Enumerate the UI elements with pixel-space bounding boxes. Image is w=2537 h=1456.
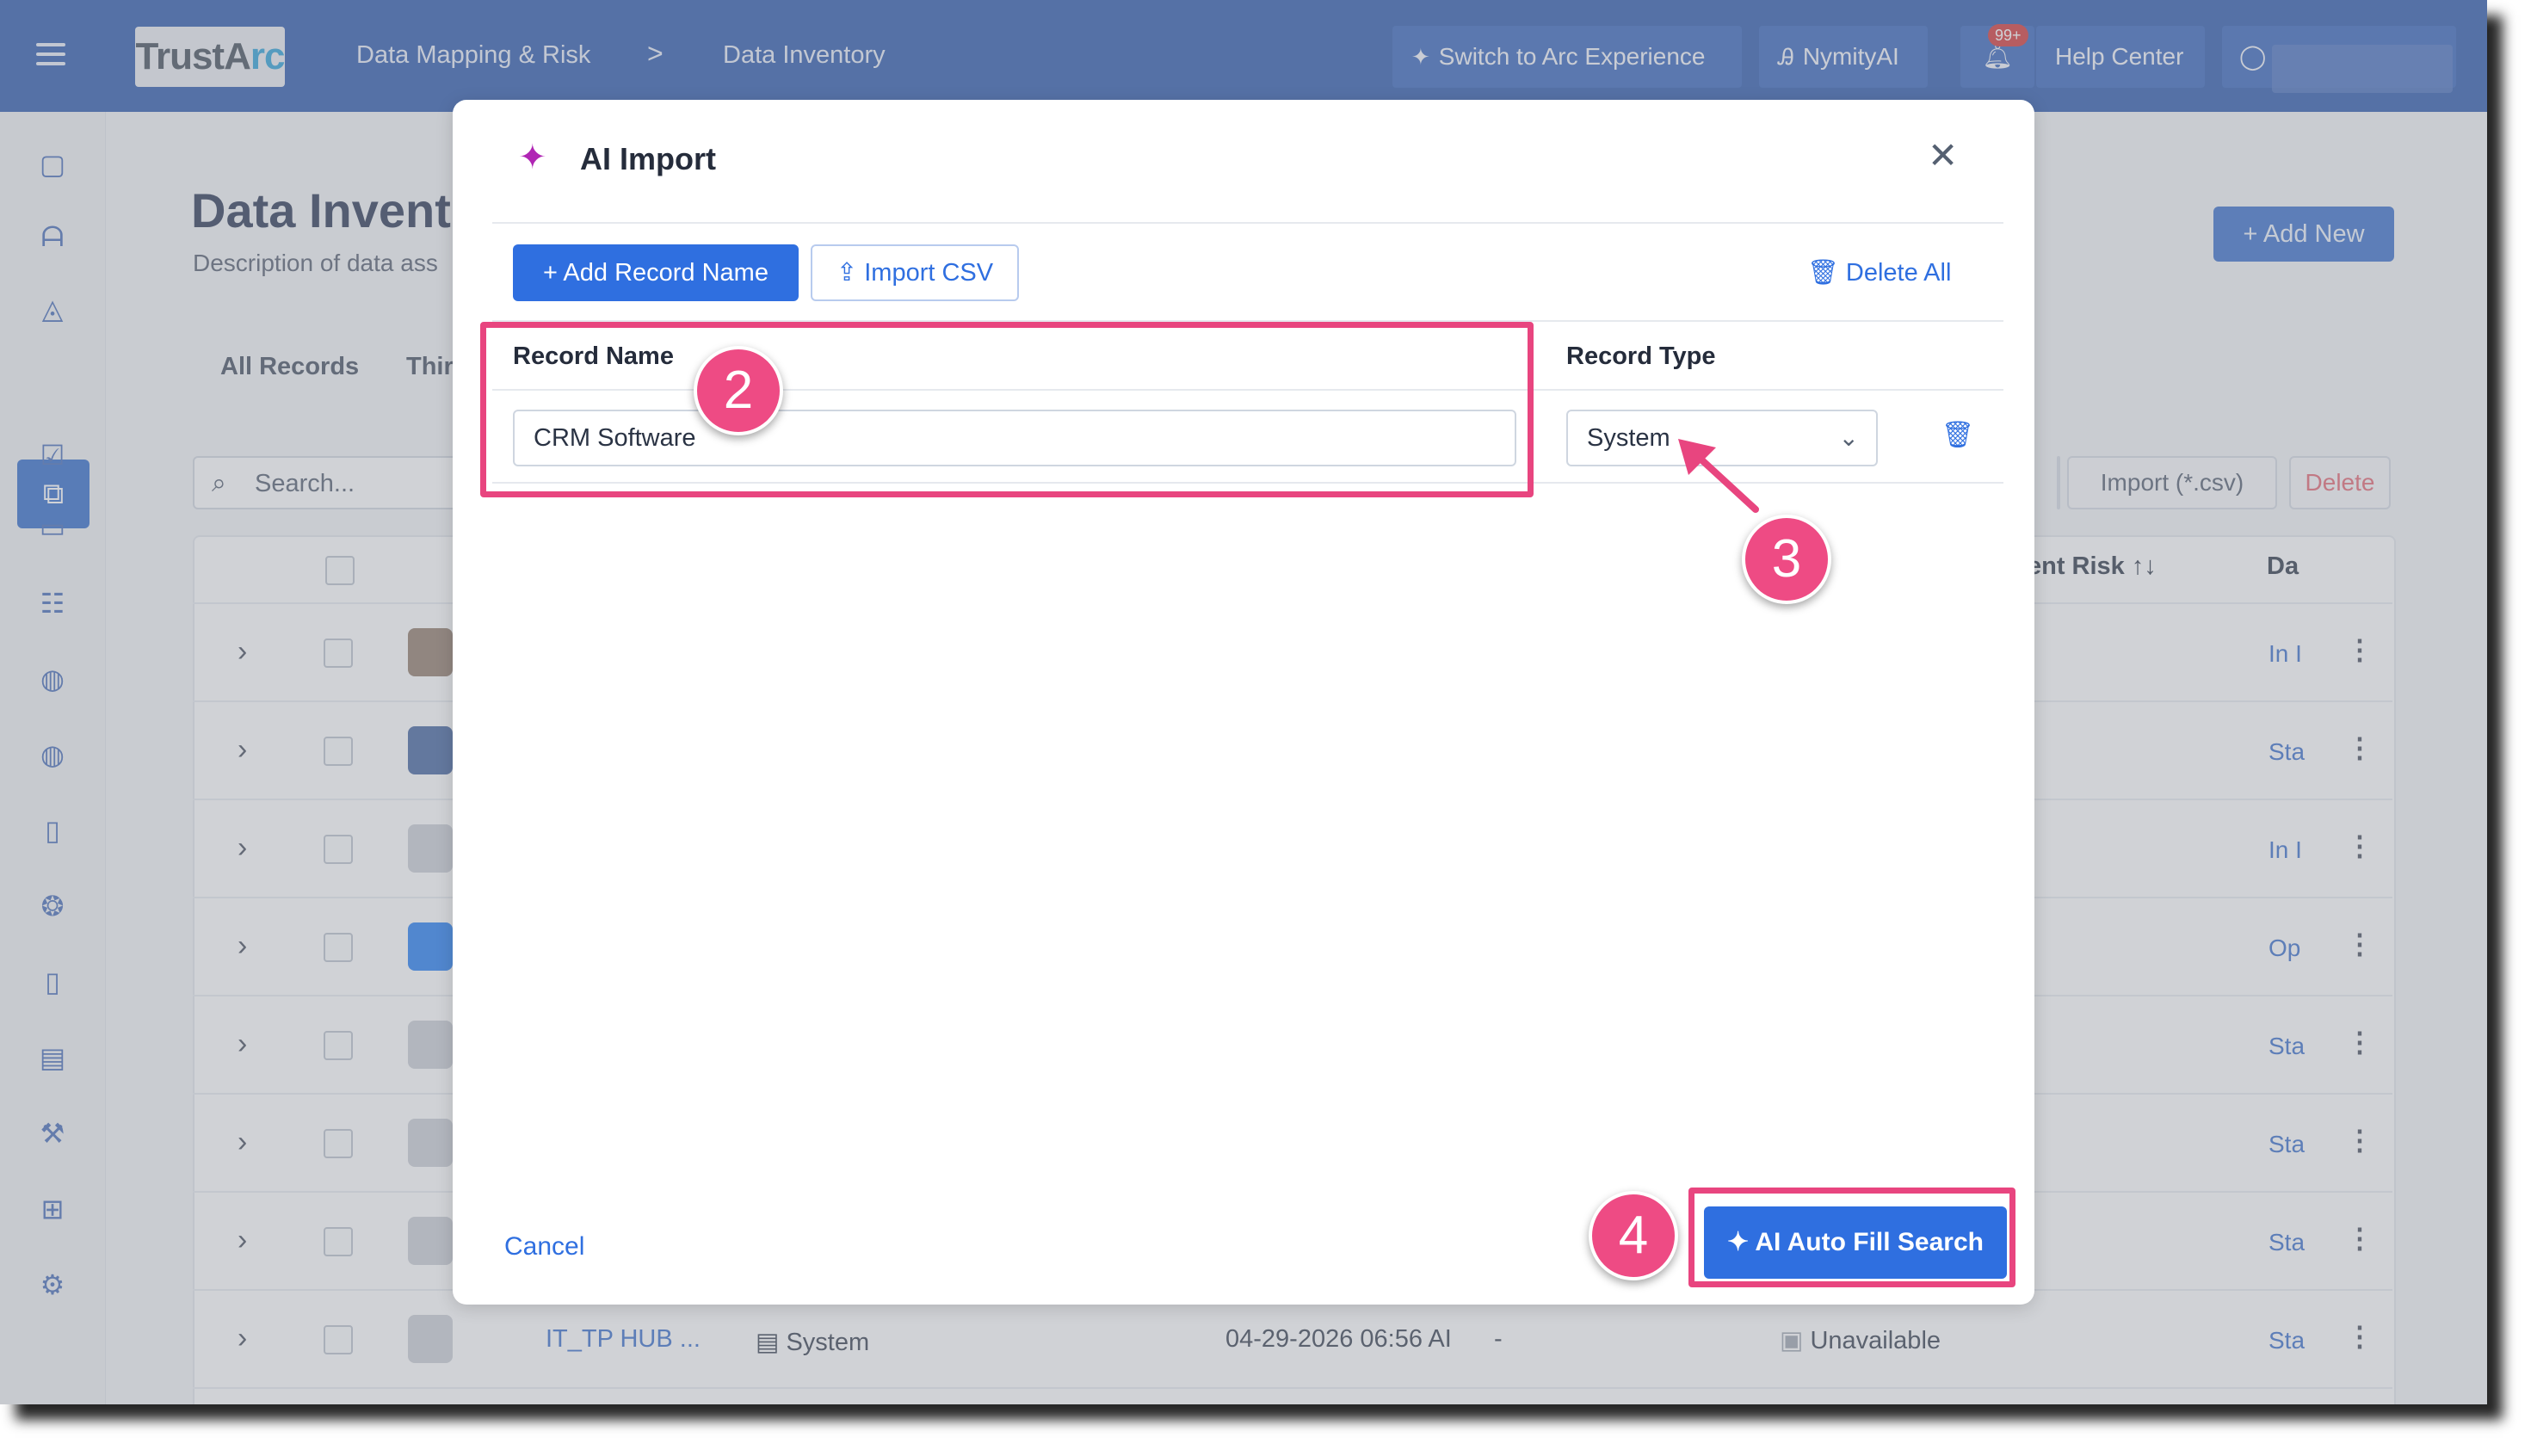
highlight-record-name	[480, 322, 1534, 497]
dialog-title: AI Import	[580, 141, 716, 176]
highlight-ai-fill-button	[1688, 1188, 2015, 1287]
delete-row-trash-icon[interactable]: 🗑︎	[1941, 420, 1974, 450]
divider	[492, 222, 2003, 224]
step-marker-2: 2	[694, 346, 783, 435]
delete-all-button[interactable]: 🗑︎ Delete All	[1807, 258, 1951, 287]
app-window: TrustArc Data Mapping & Risk > Data Inve…	[0, 0, 2487, 1404]
arrow-pointer-icon	[1678, 439, 1759, 513]
upload-icon: ⇪	[836, 259, 858, 287]
add-record-name-button[interactable]: + Add Record Name	[513, 244, 799, 301]
column-header-record-type: Record Type	[1566, 342, 1716, 370]
trash-icon: 🗑︎	[1807, 259, 1839, 287]
chevron-down-icon: ⌄	[1838, 424, 1859, 451]
ai-sparkle-icon: ✦	[518, 139, 547, 176]
ai-import-dialog: ✦ AI Import ✕ + Add Record Name ⇪ Import…	[453, 100, 2034, 1305]
close-icon[interactable]: ✕	[1928, 134, 1958, 176]
import-csv-button[interactable]: ⇪ Import CSV	[811, 244, 1019, 301]
step-marker-4: 4	[1589, 1191, 1678, 1280]
cancel-button[interactable]: Cancel	[504, 1232, 584, 1262]
step-marker-3: 3	[1742, 515, 1831, 604]
